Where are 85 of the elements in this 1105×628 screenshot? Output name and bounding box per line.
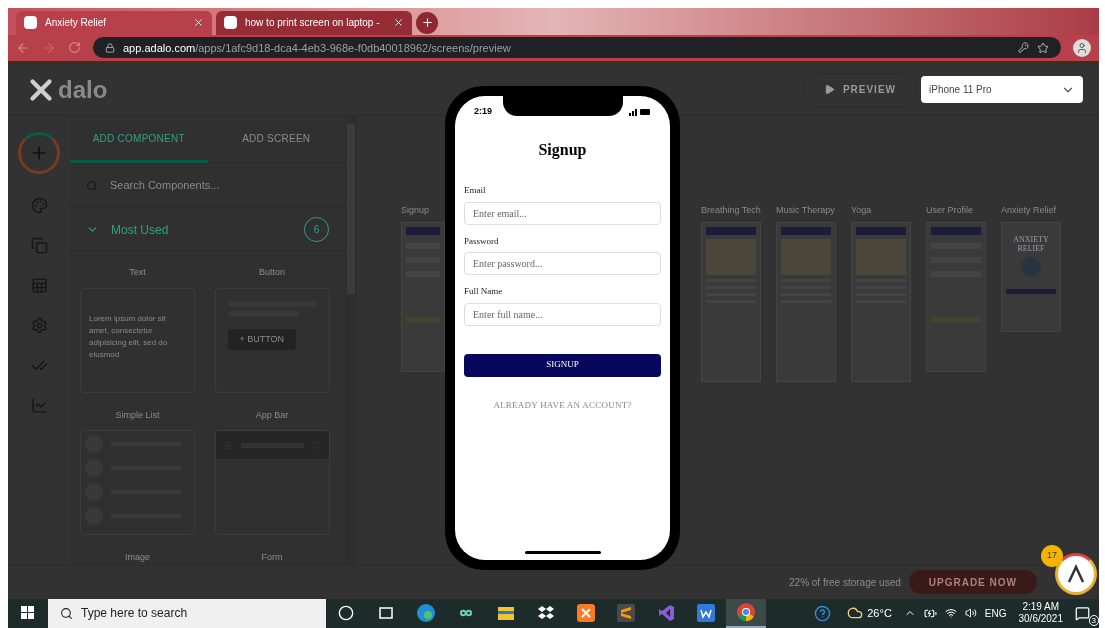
screen-thumbnail[interactable] bbox=[926, 221, 986, 372]
close-icon[interactable] bbox=[393, 17, 404, 28]
upgrade-button[interactable]: UPGRADE NOW bbox=[908, 570, 1037, 595]
logo: dalo bbox=[58, 74, 108, 105]
browser-tab[interactable]: how to print screen on laptop - bbox=[216, 10, 412, 35]
taskbar-app[interactable] bbox=[726, 598, 766, 628]
play-icon bbox=[823, 84, 835, 96]
screen-thumbnail[interactable] bbox=[851, 221, 911, 382]
tab-title: how to print screen on laptop - bbox=[245, 16, 381, 30]
logo-icon bbox=[1066, 563, 1086, 584]
component-label: Simple List bbox=[115, 408, 160, 422]
temperature[interactable]: 26°C bbox=[867, 605, 892, 622]
xampp-icon bbox=[577, 604, 595, 623]
edge-icon bbox=[416, 603, 436, 624]
section-title: Most Used bbox=[111, 221, 170, 239]
windows-logo-icon bbox=[21, 606, 35, 621]
dropbox-icon bbox=[537, 605, 555, 622]
help-icon[interactable] bbox=[814, 604, 832, 622]
thumbnail-heading: ANXIETY RELIEF bbox=[1012, 234, 1050, 253]
input-field[interactable]: Enter email... bbox=[464, 201, 661, 225]
component-card[interactable]: Lorem ipsum dolor sit amet, consectetur adipisicing elit, sed do eiusmod bbox=[80, 287, 195, 393]
component-label: Form bbox=[261, 551, 283, 565]
screen-label: User Profile bbox=[926, 204, 974, 218]
favicon-icon bbox=[24, 16, 37, 29]
taskbar-search-field[interactable]: Type here to search bbox=[48, 598, 326, 628]
favicon-icon bbox=[224, 16, 237, 29]
screen-label: Music Therapy bbox=[776, 204, 836, 218]
address-bar[interactable]: app.adalo.com/apps/1afc9d18-dca4-4eb3-968e-f0db40018962/screens/preview bbox=[93, 37, 1061, 59]
notification-count: 3 bbox=[1088, 615, 1099, 626]
screen-label: Breathing Tech bbox=[701, 204, 761, 218]
search-icon bbox=[60, 606, 73, 620]
sample-text: Lorem ipsum dolor sit amet, consectetur adipisicing elit, sed do eiusmod bbox=[89, 312, 169, 361]
component-label: Image bbox=[125, 551, 150, 565]
search-icon bbox=[86, 179, 98, 192]
notification-badge: 17 bbox=[1041, 544, 1063, 567]
sublime-icon bbox=[617, 604, 635, 623]
cortana-icon bbox=[338, 605, 354, 622]
login-link[interactable]: ALREADY HAVE AN ACCOUNT? bbox=[493, 398, 632, 413]
input-field[interactable]: Enter full name... bbox=[464, 302, 661, 326]
lock-icon bbox=[105, 42, 115, 53]
component-label: Button bbox=[259, 266, 285, 280]
component-label: App Bar bbox=[255, 408, 289, 422]
help-launcher[interactable] bbox=[1055, 552, 1097, 595]
screen-label: Yoga bbox=[851, 204, 873, 218]
status-time: 2:19 bbox=[474, 105, 492, 119]
key-icon[interactable] bbox=[1018, 42, 1029, 54]
screen-thumbnail[interactable] bbox=[701, 221, 761, 382]
profile-avatar[interactable] bbox=[1073, 38, 1091, 57]
field-label: Full Name bbox=[464, 285, 504, 299]
chrome-icon bbox=[736, 602, 756, 623]
signal-battery-icon bbox=[629, 108, 651, 117]
screen-thumbnail[interactable] bbox=[401, 221, 445, 372]
message-icon bbox=[1075, 605, 1090, 621]
clock[interactable]: 2:19 AM 30/6/2021 bbox=[1018, 601, 1063, 626]
document-app-icon bbox=[697, 604, 715, 623]
url-host: app.adalo.com bbox=[123, 40, 196, 56]
device-select[interactable]: iPhone 11 Pro bbox=[921, 76, 1083, 104]
visual-studio-icon bbox=[657, 604, 675, 623]
plus-icon bbox=[420, 16, 434, 29]
panel-tab[interactable]: ADD COMPONENT bbox=[70, 116, 208, 164]
screen-thumbnail[interactable] bbox=[776, 221, 836, 382]
task-view-icon bbox=[378, 605, 394, 622]
url-path: /apps/1afc9d18-dca4-4eb3-968e-f0db40018962/screens/preview bbox=[195, 40, 511, 56]
field-label: Email bbox=[464, 184, 487, 198]
screen-label: Anxiety Relief bbox=[1001, 204, 1058, 218]
signup-button[interactable]: SIGNUP bbox=[464, 353, 661, 377]
close-icon[interactable] bbox=[193, 17, 204, 28]
bookmark-star-icon[interactable] bbox=[1037, 41, 1049, 54]
new-tab-button[interactable] bbox=[416, 11, 438, 34]
notification-center-button[interactable]: 3 bbox=[1075, 598, 1099, 628]
tab-title: Anxiety Relief bbox=[45, 16, 108, 30]
component-label: Text bbox=[129, 266, 146, 280]
storage-text: 22% of free storage used bbox=[789, 575, 901, 590]
screen-title: Signup bbox=[538, 140, 587, 161]
folder-icon bbox=[497, 605, 515, 622]
screen-thumbnail[interactable]: ANXIETY RELIEF bbox=[1001, 221, 1061, 332]
input-field[interactable]: Enter password... bbox=[464, 252, 661, 276]
sample-button: + BUTTON bbox=[227, 328, 297, 351]
language-indicator[interactable]: ENG bbox=[984, 605, 1007, 621]
field-label: Password bbox=[464, 234, 500, 248]
panel-tab[interactable]: ADD SCREEN bbox=[207, 116, 345, 164]
volume-icon[interactable] bbox=[964, 607, 977, 620]
component-card[interactable]: + BUTTON bbox=[214, 287, 330, 393]
browser-tab[interactable]: Anxiety Relief bbox=[16, 10, 212, 35]
screen-label: Signup bbox=[401, 204, 431, 218]
